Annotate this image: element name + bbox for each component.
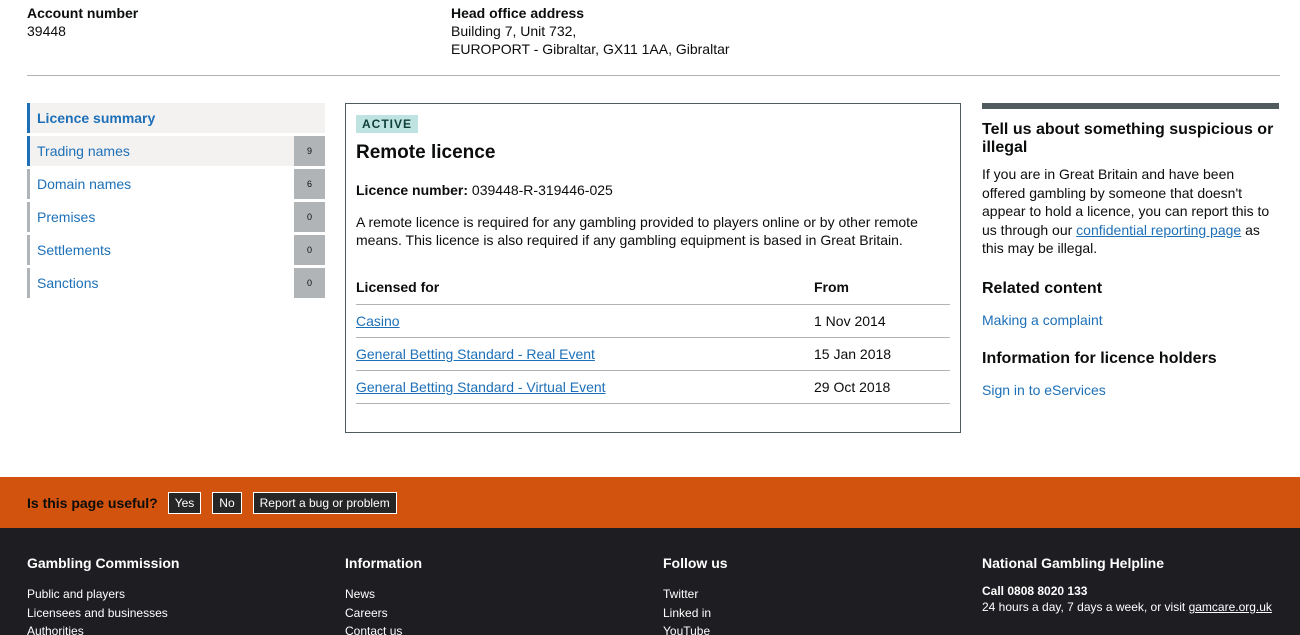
confidential-reporting-link[interactable]: confidential reporting page [1076, 222, 1241, 238]
licence-title: Remote licence [356, 142, 496, 163]
feedback-bar: Is this page useful? Yes No Report a bug… [0, 477, 1300, 528]
address-line-1: Building 7, Unit 732, [451, 23, 577, 39]
nav-item-label: Settlements [37, 242, 111, 258]
count-badge: 0 [294, 268, 325, 298]
nav-item-label: Premises [37, 209, 96, 225]
table-header-row: Licensed for From [356, 271, 950, 305]
report-text: If you are in Great Britain and have bee… [982, 165, 1279, 258]
count-badge: 0 [294, 235, 325, 265]
table-row: Casino 1 Nov 2014 [356, 304, 950, 338]
report-title: Tell us about something suspicious or il… [982, 121, 1274, 156]
from-date: 15 Jan 2018 [814, 337, 950, 371]
no-button[interactable]: No [212, 491, 242, 514]
sidebar: Tell us about something suspicious or il… [982, 103, 1279, 398]
licensed-activities-table: Licensed for From Casino 1 Nov 2014 Gene… [356, 271, 950, 404]
nav-item-trading-names[interactable]: Trading names 9 [27, 136, 325, 166]
footer-link[interactable]: Contact us [345, 622, 422, 635]
account-number-block: Account number 39448 [27, 4, 138, 40]
activity-link-real-event[interactable]: General Betting Standard - Real Event [356, 346, 595, 362]
licence-holders-title: Information for licence holders [982, 349, 1217, 367]
table-row: General Betting Standard - Virtual Event… [356, 370, 950, 404]
licence-number-label: Licence number: [356, 182, 469, 198]
footer-column-information: Information News Careers Contact us [345, 555, 422, 635]
related-content-title: Related content [982, 279, 1103, 297]
footer-column-title: National Gambling Helpline [982, 555, 1165, 571]
head-office-address-block: Head office address Building 7, Unit 732… [451, 4, 730, 58]
nav-item-label: Trading names [37, 143, 130, 159]
helpline-hours: 24 hours a day, 7 days a week, or visit … [982, 600, 1272, 614]
eservices-sign-in-link[interactable]: Sign in to eServices [982, 382, 1279, 398]
footer: Gambling Commission Public and players L… [0, 528, 1300, 635]
footer-column-title: Follow us [663, 555, 728, 571]
column-header-from: From [814, 271, 950, 305]
licence-description: A remote licence is required for any gam… [356, 214, 918, 248]
footer-column-title: Information [345, 555, 422, 571]
footer-column-helpline: National Gambling Helpline Call 0808 802… [982, 555, 1272, 614]
footer-link[interactable]: News [345, 585, 422, 604]
footer-link[interactable]: Authorities [27, 622, 179, 635]
feedback-question: Is this page useful? [27, 494, 158, 511]
licence-holder-info: Account number 39448 Head office address… [27, 4, 1280, 76]
making-a-complaint-link[interactable]: Making a complaint [982, 312, 1279, 328]
twitter-link[interactable]: Twitter [663, 585, 728, 604]
licence-holders-section: Information for licence holders Sign in … [982, 350, 1279, 398]
footer-column-title: Gambling Commission [27, 555, 180, 571]
count-badge: 9 [294, 136, 325, 166]
account-number-label: Account number [27, 5, 139, 21]
licence-nav: Licence summary Trading names 9 Domain n… [27, 103, 325, 301]
footer-column-gambling-commission: Gambling Commission Public and players L… [27, 555, 179, 635]
report-bug-button[interactable]: Report a bug or problem [252, 491, 397, 514]
from-date: 1 Nov 2014 [814, 304, 950, 338]
activity-link-casino[interactable]: Casino [356, 313, 400, 329]
nav-item-domain-names[interactable]: Domain names 6 [27, 169, 325, 199]
column-header-licensed-for: Licensed for [356, 271, 814, 305]
table-row: General Betting Standard - Real Event 15… [356, 337, 950, 371]
helpline-phone: Call 0808 8020 133 [982, 584, 1088, 598]
account-number-value: 39448 [27, 23, 66, 39]
count-badge: 6 [294, 169, 325, 199]
footer-link[interactable]: Careers [345, 604, 422, 623]
head-office-address-label: Head office address [451, 5, 585, 21]
youtube-link[interactable]: YouTube [663, 622, 728, 635]
yes-button[interactable]: Yes [167, 491, 202, 514]
nav-item-licence-summary[interactable]: Licence summary [27, 103, 325, 133]
footer-link[interactable]: Public and players [27, 585, 179, 604]
licence-number-value: 039448-R-319446-025 [471, 182, 613, 198]
linkedin-link[interactable]: Linked in [663, 604, 728, 623]
status-badge: ACTIVE [356, 115, 419, 133]
count-badge: 0 [294, 202, 325, 232]
nav-item-label: Licence summary [37, 110, 156, 126]
licence-number: Licence number: 039448-R-319446-025 [356, 182, 950, 198]
nav-item-label: Domain names [37, 176, 132, 192]
address-line-2: EUROPORT - Gibraltar, GX11 1AA, Gibralta… [451, 41, 730, 57]
footer-link[interactable]: Licensees and businesses [27, 604, 179, 623]
nav-item-premises[interactable]: Premises 0 [27, 202, 325, 232]
nav-item-sanctions[interactable]: Sanctions 0 [27, 268, 325, 298]
from-date: 29 Oct 2018 [814, 370, 950, 404]
nav-item-label: Sanctions [37, 275, 99, 291]
activity-link-virtual-event[interactable]: General Betting Standard - Virtual Event [356, 379, 606, 395]
licence-card: ACTIVE Remote licence Licence number: 03… [345, 103, 961, 433]
related-content-section: Related content Making a complaint [982, 280, 1279, 328]
gamcare-link[interactable]: gamcare.org.uk [1189, 600, 1272, 614]
footer-column-follow-us: Follow us Twitter Linked in YouTube [663, 555, 728, 635]
nav-item-settlements[interactable]: Settlements 0 [27, 235, 325, 265]
helpline-hours-text: 24 hours a day, 7 days a week, or visit [982, 600, 1189, 614]
